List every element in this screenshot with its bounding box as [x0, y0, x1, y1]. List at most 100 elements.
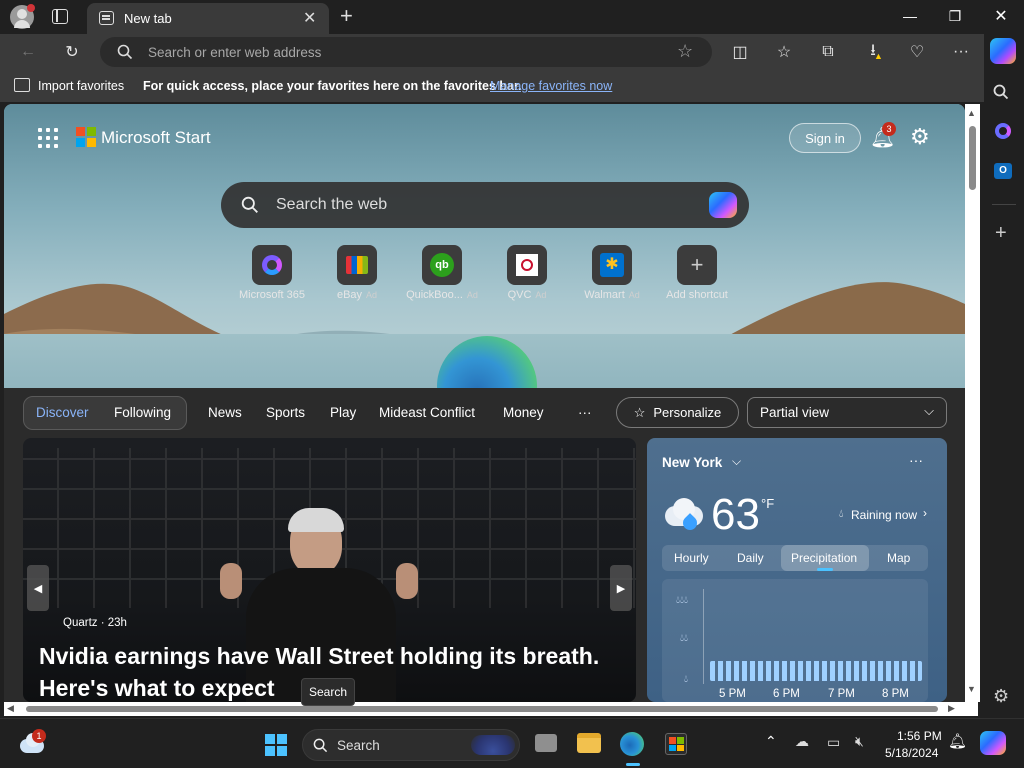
- scroll-right-arrow-icon[interactable]: ▶: [948, 703, 955, 714]
- clock-date[interactable]: 5/18/2024: [885, 746, 938, 760]
- shortcut-ebay[interactable]: eBay Ad: [317, 245, 397, 301]
- web-search-box[interactable]: Search the web: [221, 182, 749, 228]
- time-label-6pm: 6 PM: [773, 688, 800, 700]
- shortcut-quickbooks[interactable]: qb QuickBoo... Ad: [402, 245, 482, 301]
- sidebar-search-icon[interactable]: [993, 84, 1009, 100]
- shortcut-qvc[interactable]: QVC Ad: [487, 245, 567, 301]
- horizontal-scrollbar[interactable]: ◀ ▶: [4, 702, 978, 716]
- back-icon[interactable]: ←: [17, 41, 39, 63]
- moderate-rain-icon: 💧︎💧︎: [680, 633, 688, 644]
- weather-condition[interactable]: Raining now: [851, 508, 917, 522]
- scroll-left-arrow-icon[interactable]: ◀: [7, 703, 14, 714]
- speaker-muted-icon[interactable]: 🔇︎: [855, 733, 864, 750]
- carousel-prev-button[interactable]: ◀: [27, 565, 49, 611]
- weather-tab-hourly[interactable]: Hourly: [674, 551, 709, 565]
- brand-title[interactable]: Microsoft Start: [101, 128, 211, 148]
- sidebar-settings-icon[interactable]: ⚙: [993, 686, 1009, 707]
- start-button[interactable]: [265, 734, 287, 756]
- tab-new-tab[interactable]: New tab ✕: [87, 3, 329, 34]
- vertical-scroll-thumb[interactable]: [969, 126, 976, 190]
- new-tab-icon[interactable]: +: [340, 3, 353, 29]
- refresh-icon[interactable]: ↻: [61, 41, 83, 63]
- taskbar-search-box[interactable]: Search: [302, 729, 520, 761]
- import-favorites-button[interactable]: Import favorites: [38, 79, 124, 93]
- quickbooks-shortcut-icon: qb: [422, 245, 462, 285]
- raindrop-icon: 💧︎: [839, 508, 844, 520]
- story-headline-line2[interactable]: Here's what to expect: [39, 675, 275, 702]
- nav-money[interactable]: Money: [503, 405, 544, 420]
- nav-play[interactable]: Play: [330, 405, 356, 420]
- weather-tab-precipitation[interactable]: Precipitation: [791, 551, 857, 565]
- address-placeholder: Search or enter web address: [148, 45, 322, 60]
- weather-tab-daily[interactable]: Daily: [737, 551, 764, 565]
- nav-mideast-conflict[interactable]: Mideast Conflict: [379, 405, 475, 420]
- scroll-down-arrow-icon[interactable]: ▼: [967, 684, 976, 694]
- clock-time[interactable]: 1:56 PM: [897, 729, 942, 743]
- favorites-bar-message: For quick access, place your favorites h…: [143, 79, 522, 93]
- notification-center-icon[interactable]: 🔔︎: [948, 732, 967, 750]
- following-tab[interactable]: Following: [114, 405, 171, 420]
- taskbar-edge-icon[interactable]: [620, 732, 644, 756]
- shortcut-microsoft-365[interactable]: Microsoft 365: [232, 245, 312, 301]
- horizontal-scroll-thumb[interactable]: [26, 706, 938, 712]
- microsoft-store-icon[interactable]: [665, 733, 687, 755]
- nav-sports[interactable]: Sports: [266, 405, 305, 420]
- page-settings-icon[interactable]: ⚙: [910, 124, 930, 150]
- close-window-button[interactable]: ✕: [978, 0, 1024, 32]
- personalize-button[interactable]: ☆ Personalize: [616, 397, 739, 428]
- notification-badge: 3: [882, 122, 896, 136]
- outlook-icon[interactable]: O: [994, 163, 1012, 179]
- copilot-taskbar-icon[interactable]: [980, 731, 1006, 755]
- view-select[interactable]: Partial view ⌵: [747, 397, 947, 428]
- onedrive-icon[interactable]: ☁: [795, 733, 809, 750]
- story-headline-line1[interactable]: Nvidia earnings have Wall Street holding…: [39, 643, 599, 670]
- discover-tab[interactable]: Discover: [36, 405, 89, 420]
- story-source: Quartz · 23h: [63, 617, 127, 629]
- microsoft-365-icon[interactable]: [995, 123, 1011, 139]
- carousel-next-button[interactable]: ▶: [610, 565, 632, 611]
- time-label-8pm: 8 PM: [882, 688, 909, 700]
- restore-button[interactable]: ❐: [932, 0, 978, 32]
- apps-launcher-icon[interactable]: [38, 128, 58, 148]
- more-menu-icon[interactable]: ···: [950, 41, 972, 63]
- collections-icon[interactable]: ⧉: [817, 41, 839, 63]
- nav-news[interactable]: News: [208, 405, 242, 420]
- new-tab-page: Microsoft Start Sign in 🔔︎ 3 ⚙ Search th…: [4, 104, 965, 702]
- title-bar: New tab ✕ + — ❐ ✕: [0, 0, 1024, 34]
- vertical-scrollbar[interactable]: ▲ ▼: [965, 104, 980, 702]
- favorites-icon[interactable]: ☆: [773, 41, 795, 63]
- location-chevron-icon[interactable]: ⌵: [732, 454, 741, 469]
- file-explorer-icon[interactable]: [577, 733, 601, 753]
- search-icon: [117, 44, 133, 60]
- show-hidden-icons-chevron[interactable]: ⌃: [765, 733, 777, 750]
- weather-tab-map[interactable]: Map: [887, 551, 910, 565]
- split-screen-icon[interactable]: ◫: [729, 41, 751, 63]
- weather-location[interactable]: New York: [662, 455, 722, 470]
- nav-more[interactable]: ···: [578, 405, 592, 420]
- task-view-icon[interactable]: [535, 734, 557, 752]
- weather-card[interactable]: New York ⌵ ··· 63 °F 💧︎ Raining now › Ho…: [647, 438, 947, 702]
- display-icon[interactable]: ▭: [827, 734, 840, 751]
- tab-actions-icon[interactable]: [52, 9, 68, 24]
- profile-avatar[interactable]: [10, 4, 35, 29]
- add-sidebar-app-icon[interactable]: +: [995, 222, 1007, 245]
- hero-story-card[interactable]: ◀ ▶ Quartz · 23h Nvidia earnings have Wa…: [23, 438, 636, 702]
- favorite-star-icon[interactable]: ☆: [677, 41, 693, 62]
- favorites-bar: Import favorites For quick access, place…: [0, 69, 984, 102]
- shortcut-add[interactable]: + Add shortcut: [657, 245, 737, 301]
- downloads-icon[interactable]: ⭳ ▲: [862, 41, 884, 63]
- copilot-search-icon[interactable]: [709, 192, 737, 218]
- shortcut-walmart[interactable]: ✱ Walmart Ad: [572, 245, 652, 301]
- close-tab-icon[interactable]: ✕: [303, 8, 316, 28]
- active-tab-indicator: [817, 568, 833, 571]
- manage-favorites-link[interactable]: Manage favorites now: [490, 79, 612, 93]
- scroll-up-arrow-icon[interactable]: ▲: [967, 108, 976, 118]
- sign-in-button[interactable]: Sign in: [789, 123, 861, 153]
- copilot-icon[interactable]: [990, 38, 1016, 64]
- minimize-button[interactable]: —: [887, 0, 933, 32]
- weather-more-icon[interactable]: ···: [909, 452, 923, 468]
- address-bar[interactable]: Search or enter web address ☆: [100, 37, 712, 67]
- browser-essentials-icon[interactable]: ♡: [906, 41, 928, 63]
- import-favorites-icon: [14, 78, 30, 92]
- precipitation-bars: [710, 661, 922, 681]
